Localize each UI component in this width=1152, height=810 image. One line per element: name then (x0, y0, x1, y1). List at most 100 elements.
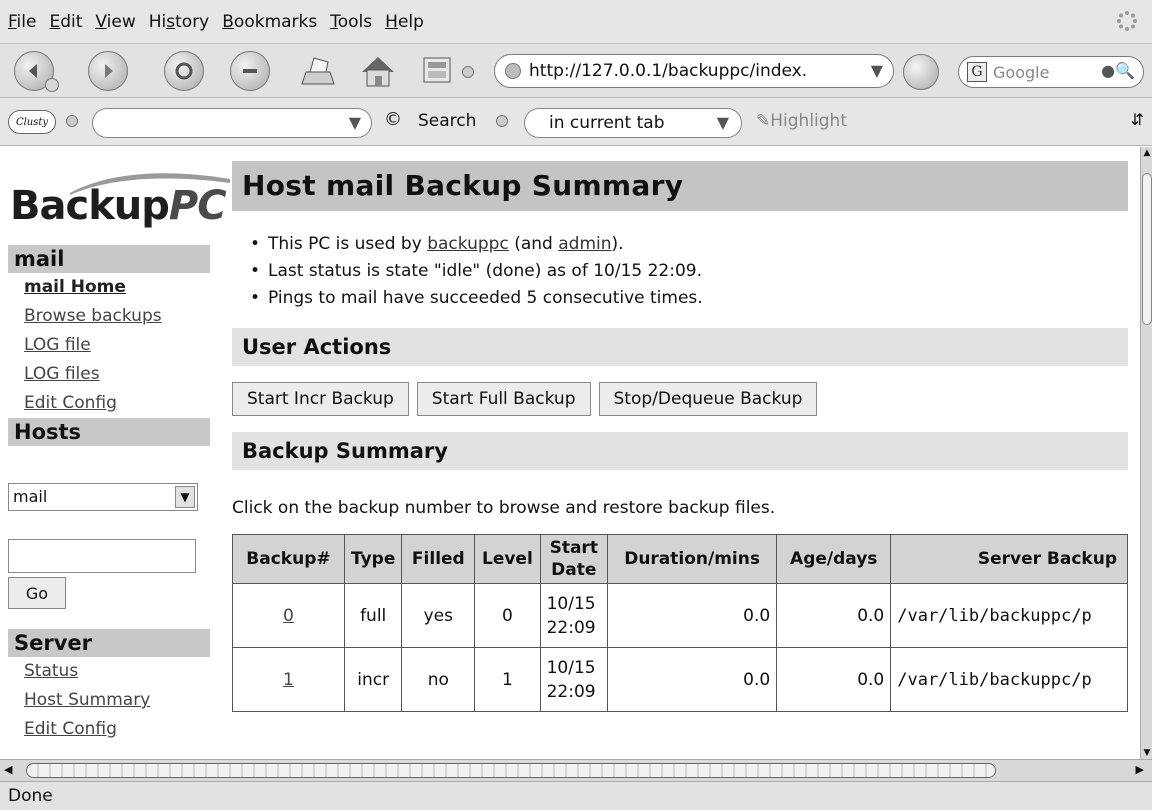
scroll-up-icon[interactable]: ▲ (1141, 147, 1152, 159)
level-cell: 1 (474, 647, 541, 712)
sidebar: mail mail Home Browse backups LOG file L… (8, 245, 210, 446)
summary-note: Click on the backup number to browse and… (232, 498, 776, 518)
start-date: 10/15 (546, 657, 596, 678)
search-engine-placeholder: Google (993, 62, 1050, 82)
scroll-down-icon[interactable]: ▼ (1141, 747, 1152, 759)
web-page-icon[interactable] (418, 52, 458, 90)
col-start-date-line2: Date (551, 560, 597, 580)
used-by-suffix: ). (611, 234, 624, 254)
chevron-down-icon[interactable]: ▼ (175, 486, 195, 508)
stop-icon (243, 69, 257, 73)
menu-view[interactable]: View (95, 12, 135, 32)
vertical-scroll-thumb[interactable] (1142, 173, 1152, 325)
col-type: Type (343, 534, 403, 584)
page-icon-dropdown[interactable] (462, 66, 474, 78)
highlight-icon: ✎ (756, 111, 771, 131)
sidebar-item-browse-backups[interactable]: Browse backups (8, 302, 210, 331)
home-icon[interactable] (358, 52, 398, 90)
user-link[interactable]: backuppc (427, 234, 509, 254)
horizontal-scroll-thumb[interactable] (26, 763, 996, 778)
start-time: 22:09 (546, 681, 596, 702)
sidebar-item-mail-home[interactable]: mail Home (8, 273, 210, 302)
status-bar: Done (0, 781, 1152, 810)
stop-button[interactable] (230, 51, 270, 91)
clusty-input-dropdown-icon[interactable]: ▼ (349, 113, 361, 132)
copyright-icon: © (384, 109, 402, 130)
menu-view-rest: iew (106, 11, 136, 32)
col-start-date-line1: Start (549, 538, 598, 558)
clusty-dropdown[interactable] (66, 115, 78, 127)
sidebar-item-server-edit-config[interactable]: Edit Config (8, 715, 210, 744)
col-duration: Duration/mins (606, 534, 778, 584)
clusty-logo[interactable]: Clusty (8, 110, 56, 134)
filled-cell: yes (401, 583, 476, 648)
stop-dequeue-backup-button[interactable]: Stop/Dequeue Backup (598, 382, 818, 416)
menu-help[interactable]: Help (385, 12, 424, 32)
url-dropdown-icon[interactable]: ▼ (871, 61, 883, 80)
server-path-cell: /var/lib/backuppc/p (890, 583, 1128, 648)
filled-cell: no (401, 647, 476, 712)
menu-file[interactable]: File (8, 12, 36, 32)
sidebar-item-log-file[interactable]: LOG file (8, 331, 210, 360)
print-icon[interactable] (298, 52, 338, 90)
tab-select-dropdown-icon[interactable]: ▼ (717, 113, 729, 132)
sidebar-item-edit-config[interactable]: Edit Config (8, 389, 210, 418)
host-info-list: This PC is used by backuppc (and admin).… (232, 231, 1128, 312)
admin-link[interactable]: admin (558, 234, 611, 254)
list-item: This PC is used by backuppc (and admin). (250, 231, 1128, 258)
age-cell: 0.0 (776, 647, 892, 712)
throbber-icon (1117, 11, 1137, 31)
magnifier-icon[interactable]: ●🔍 (1101, 61, 1135, 80)
start-time: 22:09 (546, 617, 596, 638)
col-backup-num: Backup# (232, 534, 345, 584)
host-search-input[interactable] (8, 539, 196, 573)
address-bar[interactable]: http://127.0.0.1/backuppc/index. ▼ (494, 54, 894, 88)
clusty-search-input[interactable]: ▼ (92, 108, 372, 138)
backup-1-link[interactable]: 1 (283, 670, 294, 690)
forward-button[interactable] (88, 51, 128, 91)
host-select[interactable]: mail ▼ (8, 483, 198, 511)
age-cell: 0.0 (776, 583, 892, 648)
scroll-right-icon[interactable]: ▶ (1136, 763, 1144, 776)
backup-number-cell: 0 (232, 583, 345, 648)
highlight-button[interactable]: ✎Highlight (756, 111, 847, 131)
used-by-mid: (and (508, 234, 559, 254)
search-options-dropdown[interactable] (496, 115, 508, 127)
backup-summary-table: Backup# Type Filled Level Start Date Dura… (232, 534, 1128, 712)
menu-bookmarks[interactable]: Bookmarks (222, 12, 317, 32)
vertical-scrollbar[interactable]: ▲ ▼ (1140, 147, 1152, 759)
sidebar-item-log-files[interactable]: LOG files (8, 360, 210, 389)
web-search-box[interactable]: G Google ●🔍 (958, 56, 1144, 88)
back-history-dropdown[interactable] (45, 78, 59, 92)
back-button[interactable] (14, 51, 59, 92)
used-by-prefix: This PC is used by (268, 234, 428, 254)
user-actions-bar: Start Incr Backup Start Full Backup Stop… (232, 382, 1128, 416)
duration-cell: 0.0 (606, 583, 778, 648)
search-button[interactable]: Search (418, 111, 476, 131)
toolbar-overflow-icon[interactable]: ⇵ (1131, 110, 1144, 129)
backup-0-link[interactable]: 0 (283, 606, 294, 626)
menu-edit[interactable]: Edit (49, 12, 82, 32)
col-age: Age/days (776, 534, 892, 584)
open-in-tab-value: in current tab (549, 113, 665, 133)
sidebar-item-status[interactable]: Status (8, 657, 210, 686)
col-filled: Filled (401, 534, 476, 584)
start-full-backup-button[interactable]: Start Full Backup (416, 382, 591, 416)
highlight-label: Highlight (770, 111, 847, 131)
menu-history[interactable]: History (149, 12, 210, 32)
start-incr-backup-button[interactable]: Start Incr Backup (232, 382, 409, 416)
horizontal-scrollbar[interactable]: ◀ ▶ (0, 759, 1152, 781)
open-in-tab-select[interactable]: in current tab ▼ (524, 108, 742, 138)
go-button[interactable]: Go (8, 577, 66, 609)
scroll-left-icon[interactable]: ◀ (4, 763, 12, 776)
page-viewport: BackupPC mail mail Home Browse backups L… (0, 147, 1140, 759)
navigation-toolbar: http://127.0.0.1/backuppc/index. ▼ G Goo… (0, 44, 1152, 98)
user-actions-heading: User Actions (232, 328, 1128, 366)
go-url-button[interactable] (903, 54, 939, 90)
reload-button[interactable] (164, 51, 204, 91)
google-logo-icon[interactable]: G (967, 62, 987, 82)
menu-file-rest: ile (16, 11, 37, 32)
sidebar-item-host-summary[interactable]: Host Summary (8, 686, 210, 715)
menu-tools[interactable]: Tools (330, 12, 372, 32)
backuppc-logo: BackupPC (10, 167, 230, 229)
